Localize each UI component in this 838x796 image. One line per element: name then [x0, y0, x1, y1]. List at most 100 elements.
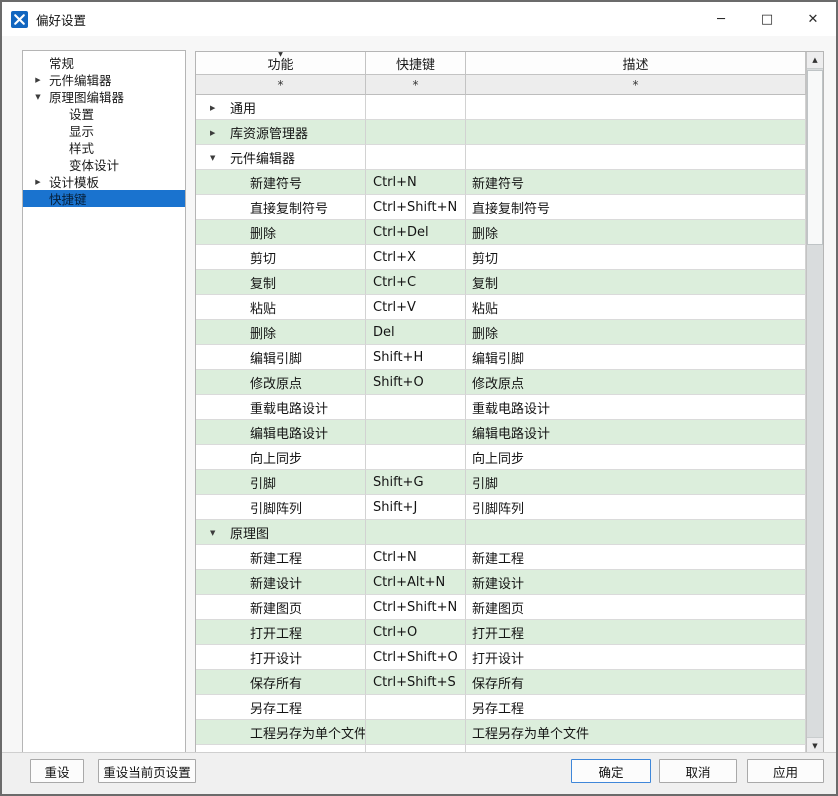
cell-description: 编辑电路设计 — [466, 420, 806, 445]
ok-button[interactable]: 确定 — [571, 759, 651, 783]
table-row[interactable]: 打开设计 Ctrl+Shift+O 打开设计 — [196, 645, 806, 670]
tree-expander-icon[interactable] — [32, 139, 44, 156]
group-expander-icon[interactable] — [210, 470, 222, 495]
sidebar-tree-item[interactable]: ▼ 原理图编辑器 — [23, 88, 185, 105]
tree-expander-icon[interactable] — [32, 156, 44, 173]
group-expander-icon[interactable] — [210, 395, 222, 420]
table-row[interactable]: 重载电路设计 重载电路设计 — [196, 395, 806, 420]
table-row[interactable]: 复制 Ctrl+C 复制 — [196, 270, 806, 295]
sidebar-tree-item[interactable]: 样式 — [23, 139, 185, 156]
group-expander-icon[interactable]: ▶ — [210, 120, 222, 145]
sidebar-tree-item[interactable]: 常规 — [23, 54, 185, 71]
group-expander-icon[interactable] — [210, 345, 222, 370]
group-expander-icon[interactable] — [210, 370, 222, 395]
table-row[interactable]: 剪切 Ctrl+X 剪切 — [196, 245, 806, 270]
table-row[interactable]: ▼ 原理图 — [196, 520, 806, 545]
group-expander-icon[interactable] — [210, 445, 222, 470]
tree-expander-icon[interactable]: ▼ — [32, 88, 44, 105]
group-expander-icon[interactable] — [210, 270, 222, 295]
table-row[interactable]: 新建设计 Ctrl+Alt+N 新建设计 — [196, 570, 806, 595]
column-header-description[interactable]: 描述 — [466, 52, 806, 75]
description-label: 编辑电路设计 — [472, 423, 550, 442]
cell-function: 直接复制符号 — [196, 195, 366, 220]
table-row[interactable]: 新建符号 Ctrl+N 新建符号 — [196, 170, 806, 195]
reset-current-page-button[interactable]: 重设当前页设置 — [98, 759, 196, 783]
group-expander-icon[interactable] — [210, 245, 222, 270]
tree-expander-icon[interactable] — [32, 122, 44, 139]
group-expander-icon[interactable] — [210, 495, 222, 520]
group-expander-icon[interactable]: ▼ — [210, 145, 222, 170]
group-expander-icon[interactable] — [210, 170, 222, 195]
close-icon[interactable]: ✕ — [790, 2, 836, 36]
function-label: 删除 — [250, 323, 276, 342]
table-row[interactable]: 引脚阵列 Shift+J 引脚阵列 — [196, 495, 806, 520]
column-header-shortcut[interactable]: 快捷键 — [366, 52, 466, 75]
group-expander-icon[interactable] — [210, 320, 222, 345]
shortcut-label: Ctrl+N — [373, 550, 417, 565]
table-row[interactable]: ▶ 通用 — [196, 95, 806, 120]
group-expander-icon[interactable] — [210, 595, 222, 620]
group-expander-icon[interactable] — [210, 645, 222, 670]
scroll-up-icon[interactable]: ▲ — [807, 52, 823, 69]
table-row[interactable]: 直接复制符号 Ctrl+Shift+N 直接复制符号 — [196, 195, 806, 220]
sidebar-tree-item[interactable]: 变体设计 — [23, 156, 185, 173]
tree-expander-icon[interactable] — [32, 105, 44, 122]
table-row[interactable]: 新建工程 Ctrl+N 新建工程 — [196, 545, 806, 570]
group-expander-icon[interactable] — [210, 220, 222, 245]
column-header-function[interactable]: ▼ 功能 — [196, 52, 366, 75]
tree-expander-icon[interactable]: ▶ — [32, 173, 44, 190]
table-row[interactable]: 删除 Ctrl+Del 删除 — [196, 220, 806, 245]
group-expander-icon[interactable]: ▶ — [210, 95, 222, 120]
group-expander-icon[interactable] — [210, 295, 222, 320]
group-expander-icon[interactable] — [210, 670, 222, 695]
function-label: 引脚阵列 — [250, 498, 302, 517]
sidebar-tree-item[interactable]: ▶ 设计模板 — [23, 173, 185, 190]
reset-button[interactable]: 重设 — [30, 759, 84, 783]
table-row[interactable]: 删除 Del 删除 — [196, 320, 806, 345]
filter-row: * * * — [196, 75, 823, 95]
filter-input-description[interactable]: * — [466, 75, 806, 95]
group-expander-icon[interactable] — [210, 620, 222, 645]
tree-expander-icon[interactable] — [32, 190, 44, 207]
sidebar-tree-item[interactable]: ▶ 元件编辑器 — [23, 71, 185, 88]
group-expander-icon[interactable] — [210, 420, 222, 445]
table-row[interactable]: 引脚 Shift+G 引脚 — [196, 470, 806, 495]
sidebar-tree-item[interactable]: 设置 — [23, 105, 185, 122]
sidebar-tree-item[interactable]: 显示 — [23, 122, 185, 139]
table-row[interactable]: 打开工程 Ctrl+O 打开工程 — [196, 620, 806, 645]
filter-input-shortcut[interactable]: * — [366, 75, 466, 95]
maximize-icon[interactable]: □ — [744, 2, 790, 36]
vertical-scrollbar[interactable]: ▲ ▼ — [806, 52, 823, 754]
group-expander-icon[interactable] — [210, 695, 222, 720]
cell-shortcut — [366, 145, 466, 170]
table-row[interactable]: 向上同步 向上同步 — [196, 445, 806, 470]
table-row[interactable]: 编辑引脚 Shift+H 编辑引脚 — [196, 345, 806, 370]
table-row[interactable]: 保存所有 Ctrl+Shift+S 保存所有 — [196, 670, 806, 695]
app-logo-icon — [11, 11, 28, 28]
group-expander-icon[interactable]: ▼ — [210, 520, 222, 545]
table-row[interactable]: 新建图页 Ctrl+Shift+N 新建图页 — [196, 595, 806, 620]
scrollbar-thumb[interactable] — [807, 70, 823, 245]
group-expander-icon[interactable] — [210, 195, 222, 220]
table-row[interactable]: ▼ 元件编辑器 — [196, 145, 806, 170]
sidebar-tree-item[interactable]: 快捷键 — [23, 190, 185, 207]
shortcut-label: Del — [373, 325, 395, 340]
apply-button[interactable]: 应用 — [747, 759, 824, 783]
shortcut-label: Ctrl+Del — [373, 225, 429, 240]
tree-expander-icon[interactable] — [32, 54, 44, 71]
table-row[interactable]: ▶ 库资源管理器 — [196, 120, 806, 145]
cancel-button[interactable]: 取消 — [659, 759, 737, 783]
tree-expander-icon[interactable]: ▶ — [32, 71, 44, 88]
filter-input-function[interactable]: * — [196, 75, 366, 95]
group-expander-icon[interactable] — [210, 720, 222, 745]
table-row[interactable]: 另存工程 另存工程 — [196, 695, 806, 720]
minimize-icon[interactable]: ─ — [698, 2, 744, 36]
table-row[interactable]: 粘贴 Ctrl+V 粘贴 — [196, 295, 806, 320]
table-row[interactable]: 编辑电路设计 编辑电路设计 — [196, 420, 806, 445]
group-expander-icon[interactable] — [210, 545, 222, 570]
cell-description: 引脚 — [466, 470, 806, 495]
table-row[interactable]: 工程另存为单个文件 工程另存为单个文件 — [196, 720, 806, 745]
group-expander-icon[interactable] — [210, 570, 222, 595]
shortcut-label: Ctrl+X — [373, 250, 416, 265]
table-row[interactable]: 修改原点 Shift+O 修改原点 — [196, 370, 806, 395]
